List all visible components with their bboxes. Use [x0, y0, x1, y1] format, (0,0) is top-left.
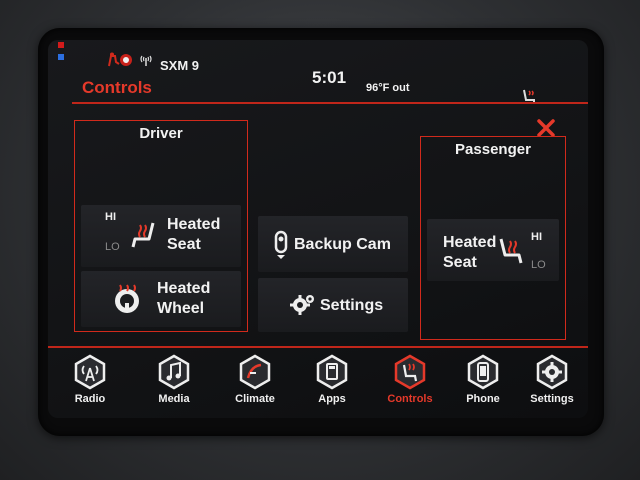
passenger-panel: Passenger Heated Seat HI LO	[420, 136, 566, 340]
music-note-icon	[158, 354, 190, 390]
backup-cam-button[interactable]: Backup Cam	[258, 216, 408, 272]
passenger-seat-hi: HI	[531, 231, 542, 243]
nav-phone-label: Phone	[466, 393, 500, 405]
controls-icon	[394, 354, 426, 390]
driver-seat-hi: HI	[105, 211, 116, 223]
climate-icon	[239, 354, 271, 390]
passenger-seat-lo: LO	[531, 259, 546, 271]
outside-temperature: 96°F out	[366, 82, 410, 94]
driver-panel: Driver HI LO Heated Seat Heated Wheel	[74, 120, 248, 332]
settings-gear-icon	[290, 292, 316, 323]
driver-heated-seat-label-1: Heated	[167, 216, 221, 233]
radio-tower-icon	[74, 354, 106, 390]
heated-seat-icon	[497, 235, 529, 272]
backup-cam-label: Backup Cam	[294, 236, 391, 253]
driver-title: Driver	[139, 125, 183, 142]
heated-seat-icon	[127, 219, 161, 256]
settings-label: Settings	[320, 297, 384, 314]
driver-seat-lo: LO	[105, 241, 120, 253]
nav-phone[interactable]: Phone	[453, 354, 513, 405]
nav-radio[interactable]: Radio	[60, 354, 120, 405]
driver-heated-wheel-button[interactable]: Heated Wheel	[81, 271, 241, 327]
nav-settings-label: Settings	[530, 393, 574, 405]
nav-settings[interactable]: Settings	[522, 354, 582, 405]
gear-icon	[536, 354, 568, 390]
nav-media-label: Media	[158, 393, 190, 405]
nav-climate[interactable]: Climate	[225, 354, 285, 405]
apps-icon	[316, 354, 348, 390]
infotainment-screen: SXM 9 5:01 96°F out Controls Driver HI L…	[48, 40, 588, 418]
passenger-heated-seat-label-1: Heated	[443, 234, 497, 251]
radio-signal-icon	[140, 53, 152, 72]
heated-seat-status-icon	[520, 88, 538, 111]
close-icon	[537, 119, 555, 137]
passenger-heated-seat-label-2: Seat	[443, 254, 477, 271]
nav-apps-label: Apps	[318, 393, 346, 405]
page-title: Controls	[82, 78, 152, 97]
seatbelt-warning-icon	[106, 52, 136, 73]
nav-controls-label: Controls	[387, 393, 433, 405]
header-divider	[72, 102, 588, 104]
nav-climate-label: Climate	[235, 393, 275, 405]
backup-camera-icon	[274, 230, 288, 265]
driver-heated-seat-label-2: Seat	[167, 236, 201, 253]
indicator-light	[58, 42, 66, 60]
nav-media[interactable]: Media	[144, 354, 204, 405]
nav-controls[interactable]: Controls	[380, 354, 440, 405]
bottom-nav: Radio Media Climate Apps Controls Phone …	[48, 350, 588, 418]
passenger-title: Passenger	[455, 141, 531, 158]
nav-apps[interactable]: Apps	[302, 354, 362, 405]
status-icons	[106, 52, 152, 73]
driver-heated-wheel-label-2: Wheel	[157, 300, 205, 317]
nav-divider	[48, 346, 588, 348]
driver-heated-wheel-label-1: Heated	[157, 280, 211, 297]
nav-radio-label: Radio	[74, 393, 106, 405]
clock: 5:01	[312, 68, 347, 87]
phone-icon	[467, 354, 499, 390]
heated-wheel-icon	[111, 283, 143, 320]
radio-station: SXM 9	[160, 58, 200, 73]
passenger-heated-seat-button[interactable]: Heated Seat HI LO	[427, 219, 559, 281]
status-bar: SXM 9 5:01 96°F out	[48, 40, 588, 104]
close-button[interactable]	[536, 118, 556, 138]
controls-settings-button[interactable]: Settings	[258, 278, 408, 332]
driver-heated-seat-button[interactable]: HI LO Heated Seat	[81, 205, 241, 267]
